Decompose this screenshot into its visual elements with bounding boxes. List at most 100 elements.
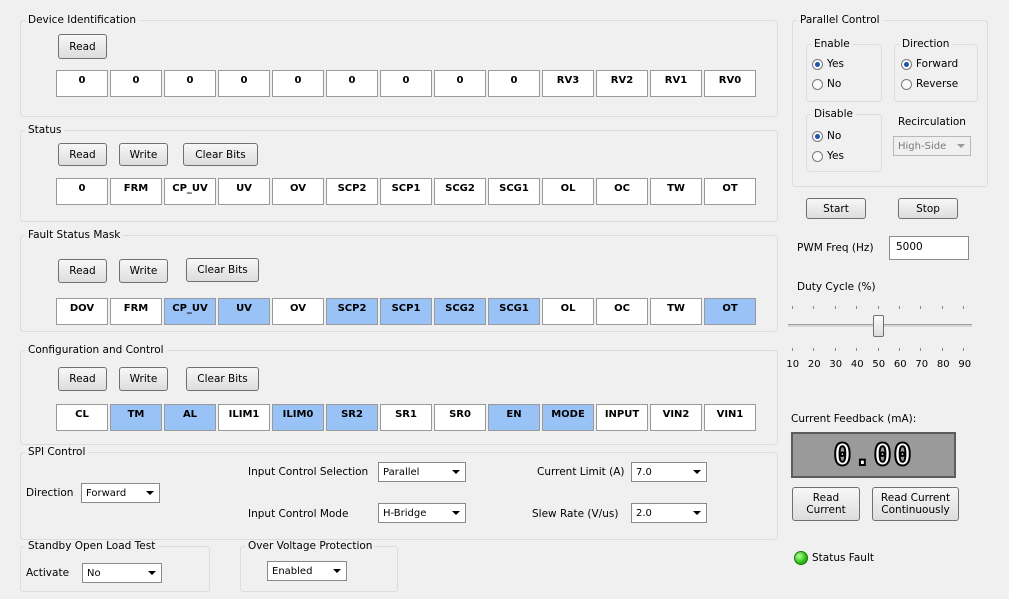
status-write-button[interactable]: Write — [119, 143, 168, 166]
status-read-button[interactable]: Read — [58, 143, 107, 166]
fault-mask-bit[interactable]: SCP1 — [380, 298, 432, 325]
enable-yes-radio[interactable]: Yes — [812, 58, 844, 70]
config-bit[interactable]: TM — [110, 404, 162, 431]
config-bit[interactable]: SR1 — [380, 404, 432, 431]
fault-mask-bit[interactable]: DOV — [56, 298, 108, 325]
chevron-down-icon — [452, 511, 460, 515]
config-bit[interactable]: INPUT — [596, 404, 648, 431]
fault-mask-read-button[interactable]: Read — [58, 259, 107, 283]
status-bit[interactable]: 0 — [56, 178, 108, 205]
stop-button[interactable]: Stop — [898, 198, 958, 219]
current-limit-select[interactable]: 7.0 — [631, 462, 707, 482]
status-bit[interactable]: SCP2 — [326, 178, 378, 205]
status-bit[interactable]: SCG1 — [488, 178, 540, 205]
input-control-selection-select[interactable]: Parallel — [378, 462, 466, 482]
device-id-bit[interactable]: 0 — [110, 70, 162, 97]
status-bit[interactable]: OV — [272, 178, 324, 205]
direction-forward-radio[interactable]: Forward — [901, 58, 958, 70]
config-bit[interactable]: MODE — [542, 404, 594, 431]
standby-open-load-title: Standby Open Load Test — [25, 540, 159, 553]
recirculation-value: High-Side — [898, 140, 947, 152]
status-bit[interactable]: OL — [542, 178, 594, 205]
status-bit[interactable]: FRM — [110, 178, 162, 205]
fault-mask-bit[interactable]: OL — [542, 298, 594, 325]
device-id-bit[interactable]: 0 — [488, 70, 540, 97]
read-current-button[interactable]: Read Current — [792, 487, 860, 521]
direction-reverse-label: Reverse — [916, 78, 959, 90]
status-bit[interactable]: TW — [650, 178, 702, 205]
fault-mask-bit[interactable]: FRM — [110, 298, 162, 325]
fault-mask-bit[interactable]: CP_UV — [164, 298, 216, 325]
device-id-bit[interactable]: 0 — [326, 70, 378, 97]
slew-rate-select[interactable]: 2.0 — [631, 503, 707, 523]
disable-yes-radio[interactable]: Yes — [812, 150, 844, 162]
device-id-bit[interactable]: 0 — [272, 70, 324, 97]
enable-group: Enable — [806, 38, 882, 102]
status-bit[interactable]: OC — [596, 178, 648, 205]
status-bit[interactable]: UV — [218, 178, 270, 205]
config-bit[interactable]: SR0 — [434, 404, 486, 431]
radio-empty-icon — [812, 78, 823, 90]
status-fault-led-icon — [794, 551, 808, 565]
device-id-bit[interactable]: 0 — [218, 70, 270, 97]
status-bit[interactable]: SCP1 — [380, 178, 432, 205]
spi-direction-select[interactable]: Forward — [81, 483, 160, 503]
config-bit[interactable]: VIN2 — [650, 404, 702, 431]
config-bit[interactable]: VIN1 — [704, 404, 756, 431]
pwm-freq-label: PWM Freq (Hz) — [797, 242, 874, 254]
read-current-continuously-button[interactable]: Read Current Continuously — [872, 487, 959, 521]
radio-selected-icon — [812, 130, 823, 142]
config-write-button[interactable]: Write — [119, 367, 168, 391]
slew-rate-value: 2.0 — [636, 507, 652, 519]
status-bit[interactable]: CP_UV — [164, 178, 216, 205]
device-id-bit[interactable]: 0 — [164, 70, 216, 97]
device-id-bit[interactable]: RV0 — [704, 70, 756, 97]
over-voltage-protection-select[interactable]: Enabled — [267, 561, 347, 581]
device-id-bit[interactable]: RV3 — [542, 70, 594, 97]
device-id-bit[interactable]: RV1 — [650, 70, 702, 97]
config-bit[interactable]: AL — [164, 404, 216, 431]
fault-mask-bit[interactable]: OT — [704, 298, 756, 325]
config-bit[interactable]: ILIM0 — [272, 404, 324, 431]
chevron-down-icon — [148, 571, 156, 575]
fault-mask-bit[interactable]: OC — [596, 298, 648, 325]
fault-mask-clear-bits-button[interactable]: Clear Bits — [186, 258, 259, 282]
chevron-down-icon — [452, 470, 460, 474]
fault-status-mask-title: Fault Status Mask — [25, 229, 124, 242]
disable-no-radio[interactable]: No — [812, 130, 841, 142]
config-clear-bits-button[interactable]: Clear Bits — [186, 367, 259, 391]
start-button[interactable]: Start — [806, 198, 866, 219]
fault-mask-bit[interactable]: TW — [650, 298, 702, 325]
device-id-bit[interactable]: 0 — [380, 70, 432, 97]
direction-reverse-radio[interactable]: Reverse — [901, 78, 958, 90]
config-bit[interactable]: SR2 — [326, 404, 378, 431]
pwm-freq-input[interactable]: 5000 — [889, 236, 969, 260]
fault-mask-bit[interactable]: UV — [218, 298, 270, 325]
device-id-bit[interactable]: RV2 — [596, 70, 648, 97]
input-control-mode-value: H-Bridge — [383, 507, 427, 519]
input-control-mode-select[interactable]: H-Bridge — [378, 503, 466, 523]
recirculation-label: Recirculation — [898, 116, 966, 128]
fault-mask-bit[interactable]: SCG2 — [434, 298, 486, 325]
status-bit[interactable]: SCG2 — [434, 178, 486, 205]
device-id-bit[interactable]: 0 — [56, 70, 108, 97]
enable-yes-label: Yes — [827, 58, 844, 70]
spi-direction-value: Forward — [86, 487, 127, 499]
device-id-read-button[interactable]: Read — [58, 34, 107, 59]
config-bit[interactable]: CL — [56, 404, 108, 431]
fault-mask-write-button[interactable]: Write — [119, 259, 168, 283]
fault-mask-bit[interactable]: OV — [272, 298, 324, 325]
standby-activate-select[interactable]: No — [82, 563, 162, 583]
enable-no-radio[interactable]: No — [812, 78, 841, 90]
status-clear-bits-button[interactable]: Clear Bits — [183, 143, 258, 166]
device-id-bit[interactable]: 0 — [434, 70, 486, 97]
config-bit[interactable]: ILIM1 — [218, 404, 270, 431]
config-read-button[interactable]: Read — [58, 367, 107, 391]
config-bit[interactable]: EN — [488, 404, 540, 431]
radio-empty-icon — [901, 78, 912, 90]
status-bit[interactable]: OT — [704, 178, 756, 205]
fault-mask-bit[interactable]: SCG1 — [488, 298, 540, 325]
recirculation-select[interactable]: High-Side — [893, 136, 971, 156]
duty-slider-thumb[interactable] — [873, 315, 884, 337]
fault-mask-bit[interactable]: SCP2 — [326, 298, 378, 325]
